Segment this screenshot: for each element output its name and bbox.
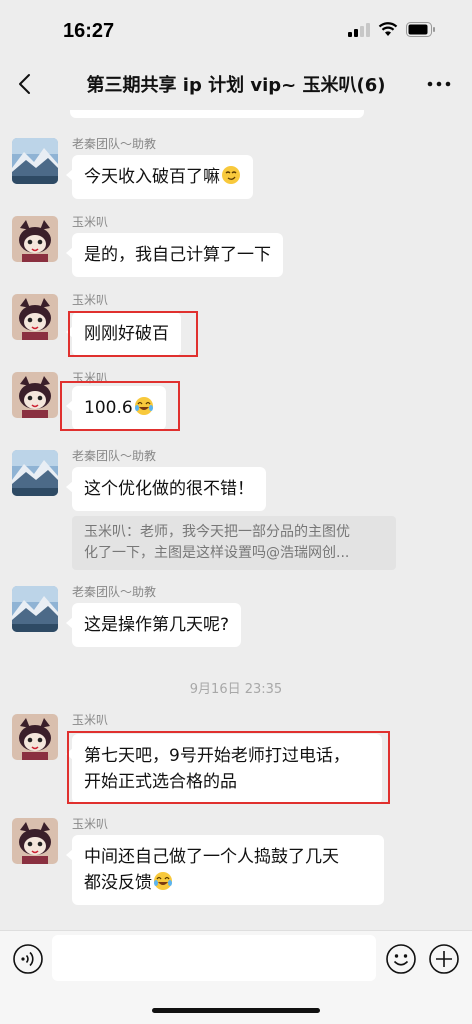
status-bar: 16:27: [0, 0, 472, 58]
more-icon[interactable]: [424, 70, 454, 98]
sender-name: 老秦团队～助教: [72, 449, 157, 463]
avatar[interactable]: [12, 586, 58, 632]
mountain-avatar-icon: [12, 586, 58, 632]
cat-avatar-icon: [12, 714, 58, 760]
cry-laugh-emoji-icon: [134, 397, 153, 415]
nav-bar: 第三期共享 ip 计划 vip~ 玉米叭(6): [0, 58, 472, 110]
sender-name: 老秦团队～助教: [72, 137, 157, 151]
message-text: 都没反馈: [84, 873, 152, 893]
timestamp: 9月16日 23:35: [189, 682, 283, 697]
wifi-icon: [378, 22, 398, 36]
signal-icon: [348, 22, 370, 37]
message-text: 是的，我自己计算了一下: [84, 245, 271, 265]
smirk-emoji-icon: [222, 166, 240, 184]
message-text: 今天收入破百了嘛: [84, 167, 220, 187]
avatar[interactable]: [12, 818, 58, 864]
avatar[interactable]: [12, 294, 58, 340]
avatar[interactable]: [12, 372, 58, 418]
voice-icon[interactable]: [12, 943, 44, 975]
message-bubble[interactable]: 这个优化做的很不错！: [66, 467, 266, 511]
sender-name: 玉米叭: [72, 713, 109, 727]
sender-name: 玉米叭: [72, 215, 109, 229]
message-text: 第七天吧，9号开始老师打过电话，: [84, 746, 350, 766]
cry-laugh-emoji-icon: [154, 872, 172, 890]
message-bubble[interactable]: 是的，我自己计算了一下: [66, 233, 283, 277]
previous-message-bubble: [70, 110, 364, 118]
sender-name: 玉米叭: [72, 371, 109, 385]
cat-avatar-icon: [12, 818, 58, 864]
message-bubble[interactable]: 第七天吧，9号开始老师打过电话， 开始正式选合格的品: [66, 734, 382, 804]
quote-line: 化了一下，主图是这样设置吗@浩瑞网创...: [84, 545, 350, 561]
chat-title: 第三期共享 ip 计划 vip~ 玉米叭(6): [86, 75, 386, 96]
emoji-icon[interactable]: [385, 943, 417, 975]
status-time: 16:27: [63, 20, 115, 42]
message-text: 刚刚好破百: [84, 324, 169, 344]
message-bubble[interactable]: 刚刚好破百: [66, 312, 181, 356]
cat-avatar-icon: [12, 372, 58, 418]
sender-name: 玉米叭: [72, 817, 109, 831]
quoted-message[interactable]: 玉米叭：老师，我今天把一部分品的主图优 化了一下，主图是这样设置吗@浩瑞网创..…: [72, 516, 396, 570]
status-icons: [348, 22, 436, 37]
mountain-avatar-icon: [12, 138, 58, 184]
message-text: 开始正式选合格的品: [84, 772, 237, 792]
message-text: 100.6: [84, 398, 133, 418]
sender-name: 玉米叭: [72, 293, 109, 307]
message-text: 这个优化做的很不错！: [84, 479, 254, 499]
back-icon[interactable]: [12, 70, 40, 98]
message-bubble[interactable]: 中间还自己做了一个人捣鼓了几天 都没反馈: [66, 835, 384, 905]
avatar[interactable]: [12, 450, 58, 496]
message-text: 这是操作第几天呢?: [84, 615, 230, 635]
message-bubble[interactable]: 今天收入破百了嘛: [66, 155, 253, 199]
battery-icon: [406, 22, 435, 37]
chat-area[interactable]: 老秦团队～助教 今天收入破百了嘛 玉米叭 是的，我自己计算了一下 玉米叭 刚刚好…: [0, 110, 472, 930]
quote-line: 玉米叭：老师，我今天把一部分品的主图优: [84, 524, 350, 540]
avatar[interactable]: [12, 138, 58, 184]
mountain-avatar-icon: [12, 450, 58, 496]
cat-avatar-icon: [12, 294, 58, 340]
message-bubble[interactable]: 100.6: [66, 386, 166, 430]
avatar[interactable]: [12, 216, 58, 262]
avatar[interactable]: [12, 714, 58, 760]
sender-name: 老秦团队～助教: [72, 585, 157, 599]
message-input[interactable]: [52, 935, 376, 981]
message-text: 中间还自己做了一个人捣鼓了几天: [84, 847, 339, 867]
message-bubble[interactable]: 这是操作第几天呢?: [65, 603, 242, 647]
home-indicator: [152, 1008, 320, 1013]
plus-icon[interactable]: [428, 943, 460, 975]
cat-avatar-icon: [12, 216, 58, 262]
